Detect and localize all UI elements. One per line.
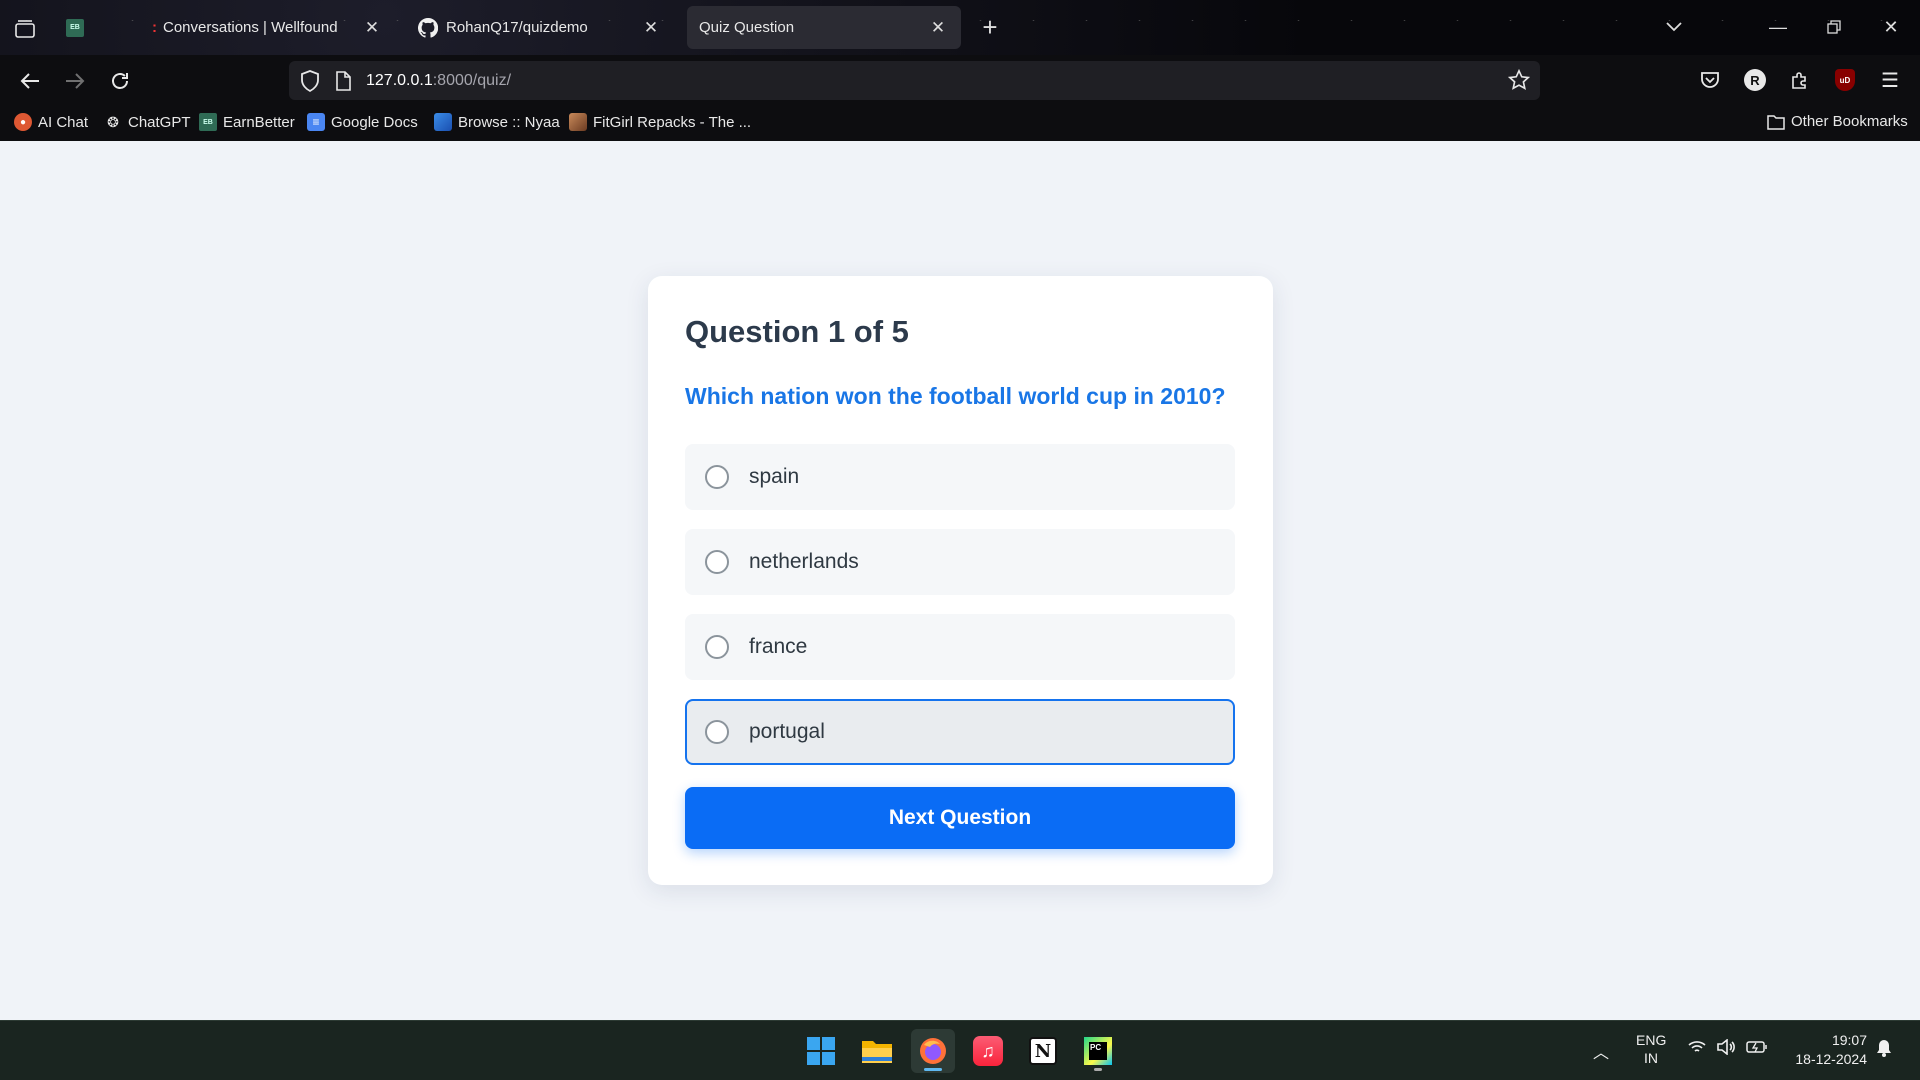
windows-start-icon[interactable]	[799, 1029, 843, 1073]
quiz-card: Question 1 of 5 Which nation won the foo…	[648, 276, 1273, 885]
question-text: Which nation won the football world cup …	[685, 383, 1226, 409]
earnbetter-favicon: EB	[199, 113, 217, 131]
bookmark-label: Google Docs	[331, 113, 418, 131]
profile-initial: R	[1744, 69, 1766, 91]
pocket-icon[interactable]	[1696, 66, 1724, 94]
close-window-icon[interactable]: ✕	[1871, 12, 1911, 42]
close-tab-icon[interactable]: ✕	[640, 17, 662, 39]
close-tab-icon[interactable]: ✕	[927, 17, 949, 39]
tab-overview-icon[interactable]	[10, 14, 40, 44]
forward-arrow-icon[interactable]	[59, 65, 91, 97]
url-host: 127.0.0.1	[366, 72, 433, 89]
pycharm-icon[interactable]: PC	[1076, 1029, 1120, 1073]
url-text[interactable]: 127.0.0.1:8000/quiz/	[366, 72, 511, 90]
bookmark-ai-chat[interactable]: ● AI Chat	[14, 113, 88, 131]
duckduckgo-icon: ●	[14, 113, 32, 131]
extensions-puzzle-icon[interactable]	[1786, 66, 1814, 94]
bookmark-earnbetter[interactable]: EB EarnBetter	[199, 113, 295, 131]
clock[interactable]: 19:07 18-12-2024	[1783, 1031, 1867, 1069]
bookmark-label: Other Bookmarks	[1791, 113, 1908, 130]
show-hidden-icons-chevron[interactable]: ︿	[1593, 1039, 1609, 1063]
address-bar[interactable]: 127.0.0.1:8000/quiz/	[289, 61, 1540, 100]
language-code: ENG	[1636, 1032, 1667, 1048]
folder-icon	[1767, 114, 1785, 130]
minimize-window-icon[interactable]: —	[1758, 12, 1798, 42]
active-app-indicator	[924, 1068, 942, 1071]
earnbetter-favicon: EB	[66, 18, 84, 37]
tab-label: RohanQ17/quizdemo	[446, 19, 588, 36]
quiz-page: Question 1 of 5 Which nation won the foo…	[0, 141, 1920, 1020]
tab-earnbetter[interactable]: EB	[54, 6, 124, 49]
answer-option-netherlands[interactable]: netherlands	[685, 529, 1235, 595]
bookmark-fitgirl[interactable]: FitGirl Repacks - The ...	[569, 113, 751, 131]
page-info-icon[interactable]	[335, 71, 351, 96]
bookmark-label: Browse :: Nyaa	[458, 113, 560, 131]
bookmark-nyaa[interactable]: Browse :: Nyaa	[434, 113, 560, 131]
shield-icon[interactable]	[300, 70, 320, 97]
tab-label: Quiz Question	[699, 19, 795, 36]
next-question-button[interactable]: Next Question	[685, 787, 1235, 849]
wellfound-favicon: :	[152, 19, 157, 36]
bookmark-chatgpt[interactable]: ❂ ChatGPT	[104, 113, 191, 131]
file-explorer-icon[interactable]	[855, 1029, 899, 1073]
browser-tab-bar: EB : Conversations | Wellfound ✕ RohanQ1…	[0, 0, 1920, 55]
browser-toolbar: 127.0.0.1:8000/quiz/ R uD ☰	[0, 55, 1920, 105]
clock-time: 19:07	[1831, 1032, 1867, 1048]
answer-option-portugal[interactable]: portugal	[685, 699, 1235, 765]
battery-charging-icon[interactable]	[1746, 1040, 1768, 1057]
github-icon	[418, 17, 438, 38]
url-path: :8000/quiz/	[432, 72, 512, 89]
back-arrow-icon[interactable]	[14, 65, 46, 97]
bookmark-label: AI Chat	[38, 113, 89, 131]
restore-window-icon[interactable]	[1814, 12, 1854, 42]
tab-github[interactable]: RohanQ17/quizdemo ✕	[406, 6, 674, 49]
tab-label: Conversations | Wellfound	[163, 19, 338, 36]
option-label: netherlands	[749, 550, 859, 573]
running-app-indicator	[1094, 1068, 1102, 1071]
reload-icon[interactable]	[104, 65, 136, 97]
nyaa-icon	[434, 113, 452, 131]
google-docs-icon: ≡	[307, 113, 325, 131]
tab-quiz-question[interactable]: Quiz Question ✕	[687, 6, 961, 49]
answer-option-spain[interactable]: spain	[685, 444, 1235, 510]
radio-button[interactable]	[705, 635, 729, 659]
option-label: france	[749, 635, 808, 658]
hamburger-menu-icon[interactable]: ☰	[1876, 66, 1904, 94]
option-label: portugal	[749, 720, 825, 743]
notion-icon[interactable]: N	[1021, 1029, 1065, 1073]
option-label: spain	[749, 465, 800, 488]
question-progress: Question 1 of 5	[685, 314, 909, 349]
profile-avatar[interactable]: R	[1741, 66, 1769, 94]
region-code: IN	[1644, 1050, 1658, 1066]
wifi-icon[interactable]	[1688, 1040, 1706, 1057]
chatgpt-icon: ❂	[107, 113, 119, 130]
radio-button[interactable]	[705, 465, 729, 489]
bookmark-star-icon[interactable]	[1507, 68, 1531, 96]
windows-taskbar: ♫ N PC ︿ ENG IN 19:07 18-12-2024	[0, 1020, 1920, 1080]
radio-button[interactable]	[705, 720, 729, 744]
list-all-tabs-chevron-icon[interactable]	[1654, 12, 1694, 42]
input-language-indicator[interactable]: ENG IN	[1636, 1031, 1666, 1067]
new-tab-plus-icon[interactable]: +	[970, 12, 1010, 42]
close-tab-icon[interactable]: ✕	[361, 17, 383, 39]
notification-bell-icon[interactable]	[1876, 1039, 1892, 1060]
other-bookmarks-folder[interactable]: Other Bookmarks	[1767, 113, 1908, 130]
answer-option-france[interactable]: france	[685, 614, 1235, 680]
firefox-icon[interactable]	[911, 1029, 955, 1073]
bookmark-label: EarnBetter	[223, 113, 295, 131]
ublock-badge: uD	[1835, 69, 1855, 91]
bookmark-label: FitGirl Repacks - The ...	[593, 113, 752, 131]
apple-music-icon[interactable]: ♫	[966, 1029, 1010, 1073]
radio-button[interactable]	[705, 550, 729, 574]
volume-icon[interactable]	[1716, 1038, 1736, 1058]
bookmarks-toolbar: ● AI Chat ❂ ChatGPT EB EarnBetter ≡ Goog…	[0, 105, 1920, 141]
ublock-origin-icon[interactable]: uD	[1831, 66, 1859, 94]
bookmark-google-docs[interactable]: ≡ Google Docs	[307, 113, 418, 131]
tab-wellfound[interactable]: : Conversations | Wellfound ✕	[140, 6, 395, 49]
clock-date: 18-12-2024	[1795, 1051, 1867, 1067]
fitgirl-icon	[569, 113, 587, 131]
bookmark-label: ChatGPT	[128, 113, 191, 131]
